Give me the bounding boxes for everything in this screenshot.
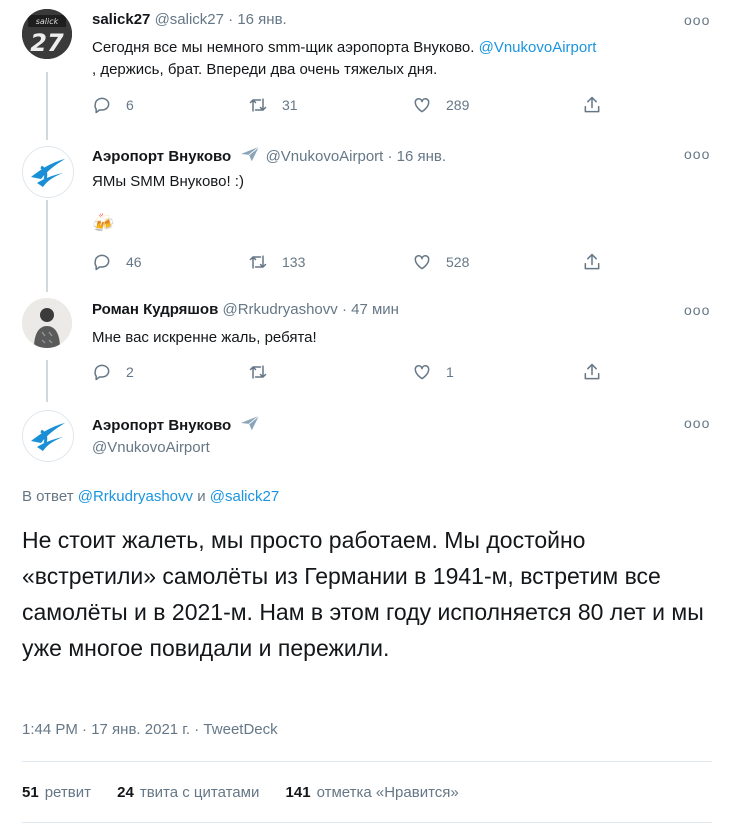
mention-link[interactable]: @Rrkudryashovv <box>78 488 193 505</box>
avatar[interactable] <box>22 410 74 462</box>
share-icon <box>584 253 600 270</box>
airplane-icon <box>241 146 260 162</box>
tweet-text: Мне вас искренне жаль, ребята! <box>92 329 317 346</box>
reply-button[interactable]: 6 <box>92 95 134 115</box>
svg-text:salick: salick <box>36 17 59 26</box>
like-button[interactable]: 1 <box>412 362 454 382</box>
quotes-stat[interactable]: 24 твита с цитатами <box>117 784 259 801</box>
reply-count: 46 <box>126 254 142 270</box>
tweet-text-part: Сегодня все мы немного smm-щик аэропорта… <box>92 39 479 56</box>
like-count: 1 <box>446 364 454 380</box>
share-button[interactable] <box>582 362 616 382</box>
tweet-actions: 6 31 289 <box>92 95 612 117</box>
tweet-text-part: , держись, брат. Впереди два очень тяжел… <box>92 61 438 78</box>
reply-context: В ответ @Rrkudryashovv и @salick27 <box>22 488 279 505</box>
avatar-image <box>22 298 72 348</box>
retweet-button[interactable]: 31 <box>248 95 298 115</box>
reply-and: и <box>197 488 206 505</box>
heart-icon <box>414 364 430 380</box>
author-name[interactable]: salick27 <box>92 11 150 28</box>
retweet-button[interactable]: 133 <box>248 252 305 272</box>
thread-line <box>46 200 48 292</box>
mention-link[interactable]: @salick27 <box>210 488 279 505</box>
reply-icon <box>94 97 110 114</box>
likes-stat[interactable]: 141 отметка «Нравится» <box>286 784 459 801</box>
author-handle[interactable]: @VnukovoAirport <box>266 148 384 165</box>
author-name[interactable]: Аэропорт Внуково <box>92 417 231 434</box>
reply-icon <box>94 364 110 381</box>
more-options-icon[interactable]: ooo <box>684 302 710 318</box>
reply-count: 6 <box>126 97 134 113</box>
thread-line <box>46 360 48 402</box>
vnukovo-logo-icon <box>31 423 65 451</box>
mention-link[interactable]: @VnukovoAirport <box>479 39 597 56</box>
share-icon <box>584 363 600 380</box>
author-handle[interactable]: @VnukovoAirport <box>92 439 210 456</box>
tweet-actions: 2 1 <box>92 362 612 384</box>
like-button[interactable]: 289 <box>412 95 469 115</box>
avatar[interactable] <box>22 146 74 198</box>
more-options-icon[interactable]: ooo <box>684 12 710 28</box>
reply-count: 2 <box>126 364 134 380</box>
share-button[interactable] <box>582 252 616 272</box>
tweet-actions: 46 133 528 <box>92 252 612 274</box>
divider <box>22 761 712 762</box>
tweet-text: Сегодня все мы немного smm-щик аэропорта… <box>92 37 712 81</box>
reply-button[interactable]: 46 <box>92 252 142 272</box>
like-button[interactable]: 528 <box>412 252 469 272</box>
reply-prefix: В ответ <box>22 488 74 505</box>
author-handle[interactable]: @salick27 <box>155 11 224 28</box>
share-button[interactable] <box>582 95 616 115</box>
quotes-count: 24 <box>117 784 134 801</box>
retweet-icon <box>249 98 267 112</box>
share-icon <box>584 96 600 113</box>
reply-button[interactable]: 2 <box>92 362 134 382</box>
retweets-label: ретвит <box>44 784 91 801</box>
retweet-icon <box>249 365 267 379</box>
likes-label: отметка «Нравится» <box>316 784 459 801</box>
author-name[interactable]: Аэропорт Внуково <box>92 148 231 165</box>
retweet-button[interactable] <box>248 362 282 382</box>
main-tweet-text: Не стоит жалеть, мы просто работаем. Мы … <box>22 527 704 661</box>
avatar-image: salick 27 <box>22 9 72 59</box>
author-name[interactable]: Роман Кудряшов <box>92 301 218 318</box>
likes-count: 141 <box>285 784 311 801</box>
more-options-icon[interactable]: ooo <box>684 415 710 431</box>
avatar[interactable] <box>22 298 72 348</box>
beer-emoji: 🍻 <box>92 213 115 233</box>
airplane-icon <box>241 415 260 431</box>
retweet-icon <box>249 255 267 269</box>
reply-icon <box>94 254 110 271</box>
retweet-count: 31 <box>282 97 298 113</box>
engagement-stats: 51 ретвит 24 твита с цитатами 141 отметка «… <box>22 784 481 801</box>
vnukovo-logo-icon <box>31 159 65 187</box>
tweet-time[interactable]: · 16 янв. <box>388 148 447 165</box>
quotes-label: твита с цитатами <box>139 784 260 801</box>
retweets-count: 51 <box>22 784 39 801</box>
tweet-time[interactable]: · 47 мин <box>342 301 399 318</box>
like-count: 528 <box>446 254 470 270</box>
divider <box>22 822 712 823</box>
retweet-count: 133 <box>282 254 306 270</box>
tweet-timestamp[interactable]: 1:44 PM · 17 янв. 2021 г. · TweetDeck <box>22 721 278 738</box>
heart-icon <box>414 254 430 270</box>
like-count: 289 <box>446 97 470 113</box>
author-handle[interactable]: @Rrkudryashovv <box>223 301 338 318</box>
tweet-text: ЯМы SMM Внуково! :) <box>92 173 244 190</box>
thread-line <box>46 72 48 140</box>
retweets-stat[interactable]: 51 ретвит <box>22 784 91 801</box>
svg-text:27: 27 <box>30 29 64 57</box>
avatar[interactable]: salick 27 <box>22 9 72 59</box>
tweet-time[interactable]: · 16 янв. <box>228 11 287 28</box>
more-options-icon[interactable]: ooo <box>684 146 710 162</box>
heart-icon <box>414 97 430 113</box>
